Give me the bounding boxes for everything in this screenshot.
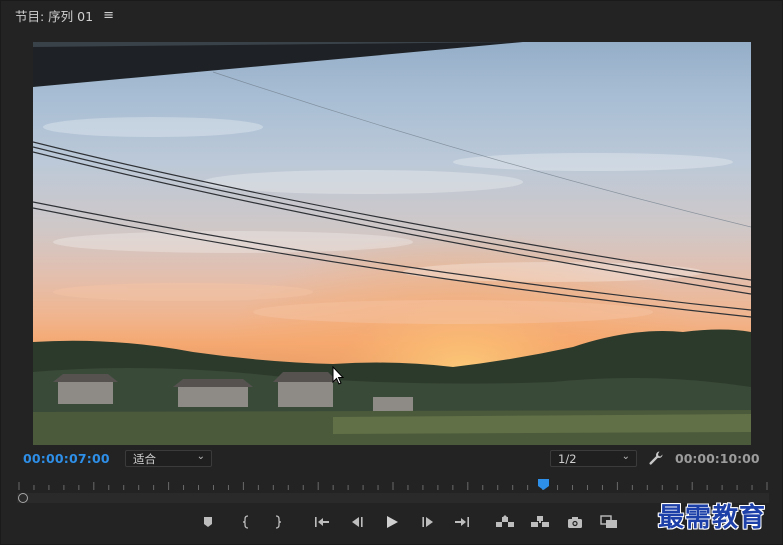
program-monitor-panel: 节目: 序列 01 ≡ 00:00:07:00 适合 ⌄ 1/2 ⌄ 00:00… — [0, 0, 783, 545]
export-frame-button[interactable] — [564, 511, 586, 533]
extract-icon — [531, 516, 549, 527]
zoom-level-value: 适合 — [133, 451, 156, 466]
chevron-down-icon: ⌄ — [621, 451, 630, 462]
step-back-button[interactable] — [346, 511, 368, 533]
lift-button[interactable] — [494, 511, 516, 533]
mark-in-button[interactable] — [235, 511, 257, 533]
step-forward-icon — [422, 517, 433, 527]
panel-title[interactable]: 节目: 序列 01 — [15, 6, 93, 25]
mouse-cursor-icon — [332, 366, 345, 385]
current-timecode[interactable]: 00:00:07:00 — [23, 451, 110, 466]
go-to-in-icon — [315, 517, 329, 527]
mark-out-button[interactable] — [267, 511, 289, 533]
panel-header: 节目: 序列 01 ≡ — [1, 1, 783, 29]
comparison-view-button[interactable] — [598, 511, 620, 533]
zoom-scroll-bar[interactable] — [17, 493, 769, 503]
go-to-out-icon — [455, 517, 469, 527]
playback-resolution-select[interactable]: 1/2 ⌄ — [550, 450, 637, 467]
playhead-marker[interactable] — [537, 479, 549, 490]
camera-icon — [568, 516, 582, 528]
zoom-level-select[interactable]: 适合 ⌄ — [125, 450, 212, 467]
play-button[interactable] — [381, 511, 403, 533]
panel-menu-icon[interactable]: ≡ — [103, 8, 114, 23]
sunset-landscape-frame — [33, 42, 751, 445]
step-forward-button[interactable] — [417, 511, 439, 533]
wrench-settings-icon[interactable] — [648, 450, 664, 466]
mark-out-icon — [275, 515, 282, 529]
video-preview[interactable] — [33, 42, 751, 445]
zoom-scroll-handle[interactable] — [18, 493, 28, 503]
duration-timecode: 00:00:10:00 — [675, 451, 760, 466]
add-marker-button[interactable] — [197, 511, 219, 533]
step-back-icon — [352, 517, 363, 527]
go-to-out-button[interactable] — [451, 511, 473, 533]
playback-resolution-value: 1/2 — [558, 451, 577, 466]
lift-icon — [496, 515, 514, 527]
marker-icon — [204, 517, 212, 527]
chevron-down-icon: ⌄ — [196, 451, 205, 462]
extract-button[interactable] — [529, 511, 551, 533]
watermark-logo: 最需教育 — [658, 503, 767, 533]
comparison-icon — [600, 515, 617, 528]
mark-in-icon — [242, 515, 249, 529]
play-icon — [387, 516, 398, 528]
go-to-in-button[interactable] — [311, 511, 333, 533]
